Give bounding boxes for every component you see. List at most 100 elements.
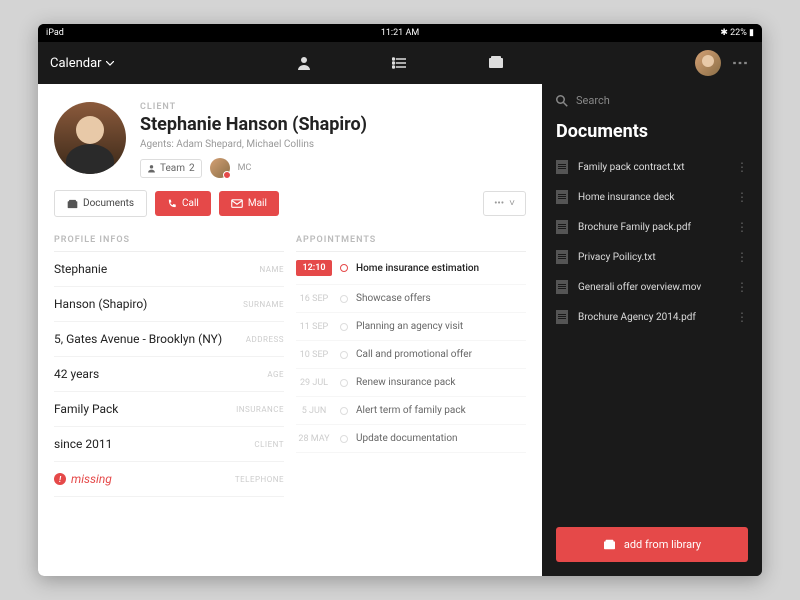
appointment-row[interactable]: 5 JUNAlert term of family pack: [296, 397, 526, 425]
info-value: since 2011: [54, 437, 112, 451]
info-value: Hanson (Shapiro): [54, 297, 147, 311]
chevron-down-icon: [106, 61, 114, 66]
main-panel: CLIENT Stephanie Hanson (Shapiro) Agents…: [38, 84, 542, 576]
info-label: NAME: [259, 265, 284, 274]
more-button[interactable]: ••• ˅: [483, 191, 526, 216]
client-name: Stephanie Hanson (Shapiro): [140, 114, 526, 135]
file-icon: [556, 190, 568, 204]
appointment-date: 12:10: [296, 260, 332, 276]
timeline-dot: [340, 379, 348, 387]
timeline-dot: [340, 435, 348, 443]
call-button[interactable]: Call: [155, 191, 211, 216]
timeline-dot: [340, 295, 348, 303]
info-value: 5, Gates Avenue - Brooklyn (NY): [54, 332, 222, 346]
appointment-title: Home insurance estimation: [356, 263, 479, 274]
info-label: INSURANCE: [236, 405, 284, 414]
document-name: Home insurance deck: [578, 192, 726, 203]
search-input[interactable]: Search: [542, 84, 762, 117]
appointment-row[interactable]: 11 SEP Planning an agency visit: [296, 313, 526, 341]
appointment-row[interactable]: 28 MAYUpdate documentation: [296, 425, 526, 453]
appointment-date: 11 SEP: [296, 322, 332, 332]
clock: 11:21 AM: [381, 28, 419, 38]
calendar-dropdown[interactable]: Calendar: [50, 56, 114, 71]
mail-button[interactable]: Mail: [219, 191, 279, 216]
more-icon[interactable]: ⋮: [736, 310, 748, 324]
documents-button[interactable]: Documents: [54, 190, 147, 217]
timeline-dot: [340, 323, 348, 331]
team-chip[interactable]: Team 2: [140, 159, 202, 178]
appointment-date: 10 SEP: [296, 350, 332, 360]
agent-avatar[interactable]: [210, 158, 230, 178]
document-row[interactable]: Privacy Poilicy.txt ⋮: [542, 242, 762, 272]
file-icon: [556, 250, 568, 264]
add-from-library-button[interactable]: add from library: [556, 527, 748, 562]
battery: ✱ 22% ▮: [720, 28, 754, 38]
appointment-title: Call and promotional offer: [356, 349, 472, 360]
more-icon[interactable]: ⋮: [731, 55, 750, 71]
appointment-title: Renew insurance pack: [356, 377, 455, 388]
appointment-date: 16 SEP: [296, 294, 332, 304]
info-label: CLIENT: [254, 440, 284, 449]
document-row[interactable]: Brochure Family pack.pdf ⋮: [542, 212, 762, 242]
document-name: Brochure Family pack.pdf: [578, 222, 726, 233]
file-icon: [556, 160, 568, 174]
more-icon[interactable]: ⋮: [736, 280, 748, 294]
info-row: 5, Gates Avenue - Brooklyn (NY) ADDRESS: [54, 322, 284, 357]
document-name: Privacy Poilicy.txt: [578, 252, 726, 263]
info-label: SURNAME: [243, 300, 284, 309]
appointment-date: 29 JUL: [296, 378, 332, 388]
document-name: Family pack contract.txt: [578, 162, 726, 173]
more-icon[interactable]: ⋮: [736, 250, 748, 264]
statusbar: iPad 11:21 AM ✱ 22% ▮: [38, 24, 762, 42]
info-row: Family Pack INSURANCE: [54, 392, 284, 427]
topbar: Calendar ⋮: [38, 42, 762, 84]
user-avatar[interactable]: [695, 50, 721, 76]
appointment-title: Planning an agency visit: [356, 321, 463, 332]
timeline-dot: [340, 351, 348, 359]
document-row[interactable]: Generali offer overview.mov ⋮: [542, 272, 762, 302]
profile-infos-header: PROFILE INFOS: [54, 229, 284, 252]
info-value: Stephanie: [54, 262, 107, 276]
documents-title: Documents: [542, 117, 762, 152]
app-window: iPad 11:21 AM ✱ 22% ▮ Calendar ⋮ CLIENT …: [38, 24, 762, 576]
info-label: ADDRESS: [246, 335, 284, 344]
phone-icon: [167, 199, 177, 209]
alert-icon: !: [54, 473, 66, 485]
appointment-row[interactable]: 16 SEP Showcase offers: [296, 285, 526, 313]
timeline-dot: [340, 264, 348, 272]
appointment-title: Showcase offers: [356, 293, 431, 304]
appointment-row[interactable]: 10 SEP Call and promotional offer: [296, 341, 526, 369]
folder-icon[interactable]: [488, 55, 504, 71]
appointment-title: Update documentation: [356, 433, 458, 444]
info-row: 42 years AGE: [54, 357, 284, 392]
document-row[interactable]: Brochure Agency 2014.pdf ⋮: [542, 302, 762, 332]
document-name: Generali offer overview.mov: [578, 282, 726, 293]
info-row: Stephanie NAME: [54, 252, 284, 287]
more-icon[interactable]: ⋮: [736, 160, 748, 174]
document-row[interactable]: Home insurance deck ⋮: [542, 182, 762, 212]
more-icon[interactable]: ⋮: [736, 190, 748, 204]
more-icon[interactable]: ⋮: [736, 220, 748, 234]
appointment-title: Alert term of family pack: [356, 405, 466, 416]
search-icon: [556, 95, 568, 107]
info-value: Family Pack: [54, 402, 118, 416]
document-row[interactable]: Family pack contract.txt ⋮: [542, 152, 762, 182]
person-icon: [147, 164, 156, 173]
timeline-dot: [340, 407, 348, 415]
info-label: AGE: [267, 370, 284, 379]
file-icon: [556, 310, 568, 324]
info-row: Hanson (Shapiro) SURNAME: [54, 287, 284, 322]
client-label: CLIENT: [140, 102, 526, 112]
file-icon: [556, 280, 568, 294]
client-avatar[interactable]: [54, 102, 126, 174]
agents-line: Agents: Adam Shepard, Michael Collins: [140, 139, 526, 150]
info-value: 42 years: [54, 367, 99, 381]
appointment-row[interactable]: 29 JUL Renew insurance pack: [296, 369, 526, 397]
person-icon[interactable]: [296, 55, 312, 71]
file-icon: [556, 220, 568, 234]
missing-value: !missing: [54, 472, 112, 486]
appointment-row[interactable]: 12:10 Home insurance estimation: [296, 252, 526, 285]
folder-icon: [603, 539, 616, 550]
list-icon[interactable]: [392, 55, 408, 71]
document-name: Brochure Agency 2014.pdf: [578, 312, 726, 323]
